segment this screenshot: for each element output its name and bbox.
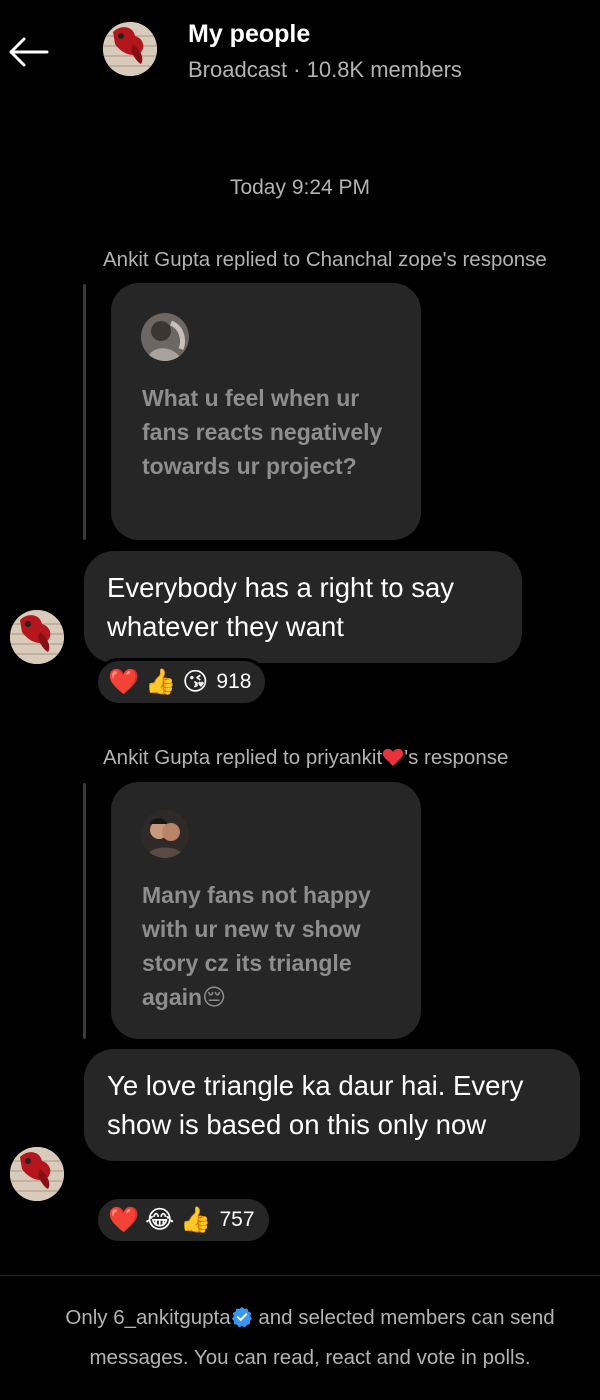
arrow-left-icon: [9, 37, 49, 67]
message-timestamp: Today 9:24 PM: [229, 176, 371, 199]
message-bubble[interactable]: Everybody has a right to say whatever th…: [84, 551, 522, 663]
reaction-count: 918: [216, 670, 252, 693]
heart-icon: [383, 748, 404, 767]
quoted-response-card[interactable]: What u feel when ur fans reacts negative…: [111, 283, 421, 540]
reply-meta: Ankit Gupta replied to priyankit 's respo…: [103, 746, 508, 770]
footer-line-2: messages. You can read, react and vote i…: [89, 1346, 531, 1369]
laughing-reaction-icon: 😂: [145, 1205, 175, 1234]
quote-line: [83, 284, 86, 540]
thumbs-up-reaction-icon: 👍: [145, 667, 177, 696]
reply-meta-text-end: 's response: [404, 746, 509, 769]
avatar-image-icon: [10, 610, 64, 664]
avatar-image-icon: [10, 1147, 64, 1201]
kiss-reaction-icon: 😘: [182, 667, 209, 696]
heart-reaction-icon: ❤️: [108, 1205, 140, 1234]
reactions-bar[interactable]: ❤️ 👍 😘 918: [95, 658, 269, 706]
channel-subtitle: Broadcast · 10.8K members: [188, 57, 462, 82]
channel-avatar[interactable]: [103, 22, 157, 76]
footer-text-end: and selected members can send: [252, 1306, 555, 1329]
quoted-question: Many fans not happy with ur new tv show …: [142, 878, 392, 1014]
broadcast-restriction-note: Only 6_ankitgupta and selected members c…: [0, 1298, 600, 1378]
quote-line: [83, 783, 86, 1039]
sender-avatar[interactable]: [10, 610, 64, 664]
message-bubble[interactable]: Ye love triangle ka daur hai. Every show…: [84, 1049, 580, 1161]
quoted-user-avatar: [141, 313, 189, 361]
user-photo-icon: [141, 313, 189, 361]
reply-meta-text: Ankit Gupta replied to priyankit: [103, 746, 383, 769]
reactions-bar[interactable]: ❤️ 😂 👍 757: [95, 1196, 272, 1244]
footer-text-start: Only 6_ankitgupta: [65, 1306, 231, 1329]
quoted-question: What u feel when ur fans reacts negative…: [142, 385, 383, 479]
reply-meta: Ankit Gupta replied to Chanchal zope's r…: [103, 248, 547, 271]
pensive-emoji-icon: 😔: [202, 984, 227, 1010]
channel-title[interactable]: My people: [188, 20, 310, 49]
avatar-image-icon: [103, 22, 157, 76]
reaction-count: 757: [219, 1208, 255, 1231]
heart-reaction-icon: ❤️: [108, 667, 140, 696]
quoted-user-avatar: [141, 810, 189, 858]
user-photo-icon: [141, 810, 189, 858]
footer-divider: [0, 1275, 600, 1276]
thumbs-up-reaction-icon: 👍: [180, 1205, 212, 1234]
quoted-response-card[interactable]: Many fans not happy with ur new tv show …: [111, 782, 421, 1039]
verified-badge-icon: [231, 1306, 252, 1328]
back-button[interactable]: [4, 28, 52, 76]
sender-avatar[interactable]: [10, 1147, 64, 1201]
footer-line-1: Only 6_ankitgupta and selected members c…: [0, 1298, 600, 1338]
quoted-question-text: Many fans not happy with ur new tv show …: [142, 882, 371, 1010]
